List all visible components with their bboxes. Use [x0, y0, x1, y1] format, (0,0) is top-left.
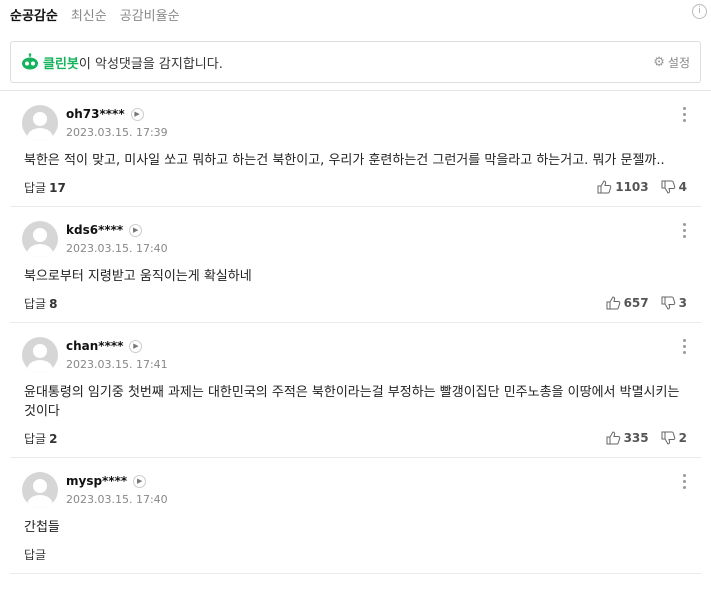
cleanbot-text: 이 악성댓글을 감지합니다. [78, 56, 223, 72]
avatar[interactable] [22, 221, 58, 257]
comment-date: 2023.03.15. 17:39 [66, 126, 168, 139]
dislike-button[interactable]: 3 [661, 296, 687, 310]
username[interactable]: kds6**** [66, 223, 123, 237]
cleanbot-name: 클린봇 [43, 56, 79, 72]
dislike-button[interactable]: 4 [661, 180, 687, 194]
comment-date: 2023.03.15. 17:41 [66, 358, 168, 371]
sort-bar: 순공감순 최신순 공감비율순 i [0, 0, 711, 28]
sort-tab-like-ratio[interactable]: 공감비율순 [120, 5, 180, 24]
thumbs-up-icon [597, 180, 612, 194]
more-options-icon[interactable] [683, 339, 687, 354]
comment-item: oh73**** ▶ 2023.03.15. 17:39 북한은 적이 맞고, … [10, 91, 701, 207]
gear-icon: ⚙ [653, 55, 665, 70]
avatar[interactable] [22, 105, 58, 141]
reply-button[interactable]: 답글 2 [24, 430, 57, 447]
comment-text: 윤대통령의 임기중 첫번째 과제는 대한민국의 주적은 북한이라는걸 부정하는 … [24, 385, 680, 419]
sort-tab-latest[interactable]: 최신순 [71, 5, 107, 24]
thumbs-down-icon [661, 296, 675, 310]
comment-date: 2023.03.15. 17:40 [66, 493, 168, 506]
sort-tab-top-likes[interactable]: 순공감순 [10, 5, 58, 24]
settings-label: 설정 [667, 56, 690, 70]
thumbs-up-icon [606, 296, 620, 310]
username[interactable]: chan**** [66, 339, 123, 353]
dislike-button[interactable]: 2 [661, 431, 687, 445]
like-button[interactable]: 1103 [597, 180, 649, 194]
reply-button[interactable]: 답글 17 [24, 179, 66, 196]
info-icon[interactable]: i [692, 4, 707, 19]
reply-button[interactable]: 답글 8 [24, 295, 57, 312]
comment-text: 간첩들 [24, 520, 60, 535]
username[interactable]: mysp**** [66, 474, 127, 488]
reply-button[interactable]: 답글 [24, 546, 49, 563]
username[interactable]: oh73**** [66, 107, 125, 121]
comment-item: kds6**** ▶ 2023.03.15. 17:40 북으로부터 지령받고 … [10, 207, 701, 323]
more-options-icon[interactable] [683, 107, 687, 122]
profile-arrow-icon[interactable]: ▶ [129, 223, 143, 237]
profile-arrow-icon[interactable]: ▶ [133, 474, 147, 488]
more-options-icon[interactable] [683, 223, 687, 238]
avatar[interactable] [22, 472, 58, 508]
settings-button[interactable]: ⚙ 설정 [653, 54, 690, 71]
thumbs-down-icon [661, 431, 675, 445]
comment-text: 북한은 적이 맞고, 미사일 쏘고 뭐하고 하는건 북한이고, 우리가 훈련하는… [24, 153, 665, 168]
cleanbot-banner: 클린봇 이 악성댓글을 감지합니다. ⚙ 설정 [10, 41, 701, 83]
comment-text: 북으로부터 지령받고 움직이는게 확실하네 [24, 269, 252, 284]
thumbs-down-icon [661, 180, 675, 194]
profile-arrow-icon[interactable]: ▶ [130, 107, 144, 121]
like-button[interactable]: 335 [606, 431, 649, 445]
comment-item: chan**** ▶ 2023.03.15. 17:41 윤대통령의 임기중 첫… [10, 323, 701, 458]
profile-arrow-icon[interactable]: ▶ [129, 339, 143, 353]
avatar[interactable] [22, 337, 58, 373]
comment-date: 2023.03.15. 17:40 [66, 242, 168, 255]
comment-item: mysp**** ▶ 2023.03.15. 17:40 간첩들 답글 [10, 458, 701, 574]
like-button[interactable]: 657 [606, 296, 649, 310]
more-options-icon[interactable] [683, 474, 687, 489]
comment-list: oh73**** ▶ 2023.03.15. 17:39 북한은 적이 맞고, … [0, 91, 711, 574]
thumbs-up-icon [606, 431, 620, 445]
cleanbot-icon [22, 53, 38, 70]
